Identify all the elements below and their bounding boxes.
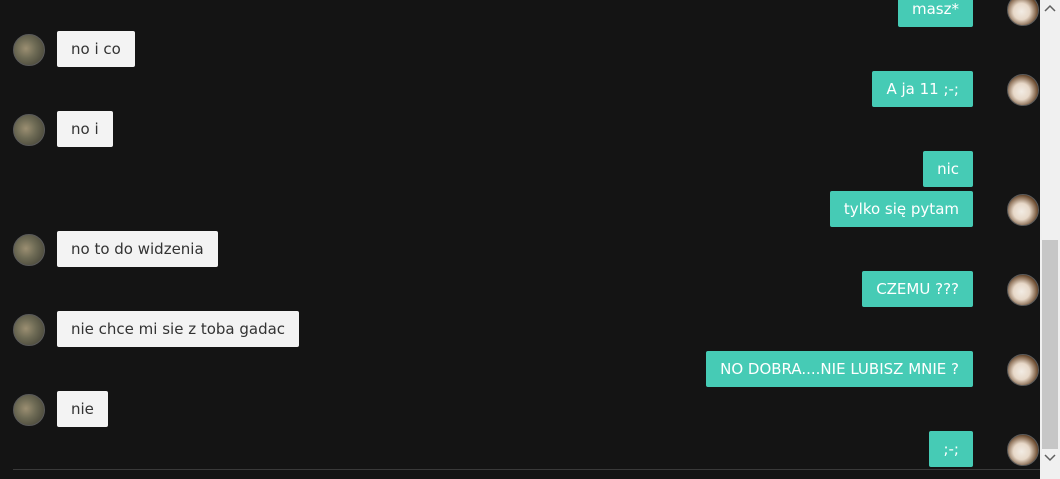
outgoing-message: CZEMU ??? <box>862 271 973 307</box>
outgoing-message: tylko się pytam <box>829 191 973 227</box>
outgoing-message: ;-; <box>929 431 973 467</box>
incoming-message: nie <box>57 391 108 427</box>
incoming-message: no to do widzenia <box>57 231 218 267</box>
incoming-message: nie chce mi sie z toba gadac <box>57 311 300 347</box>
contact-avatar[interactable] <box>13 234 45 266</box>
contact-avatar[interactable] <box>13 314 45 346</box>
user-avatar[interactable] <box>1007 434 1039 466</box>
outgoing-message: A ja 11 ;-; <box>872 71 973 107</box>
contact-avatar[interactable] <box>13 114 45 146</box>
chevron-up-icon[interactable] <box>1040 0 1060 18</box>
vertical-scrollbar[interactable] <box>1040 0 1060 479</box>
user-avatar[interactable] <box>1007 194 1039 226</box>
contact-avatar[interactable] <box>13 394 45 426</box>
chat-message-list[interactable]: masz* no i co A ja 11 ;-; no i nic tylko… <box>0 0 1040 470</box>
outgoing-message: NO DOBRA....NIE LUBISZ MNIE ? <box>706 351 973 387</box>
user-avatar[interactable] <box>1007 274 1039 306</box>
divider <box>13 469 1040 470</box>
scrollbar-thumb[interactable] <box>1042 240 1058 449</box>
outgoing-message: nic <box>923 151 973 187</box>
user-avatar[interactable] <box>1007 74 1039 106</box>
incoming-message: no i co <box>57 31 135 67</box>
user-avatar[interactable] <box>1007 0 1039 26</box>
user-avatar[interactable] <box>1007 354 1039 386</box>
contact-avatar[interactable] <box>13 34 45 66</box>
outgoing-message: masz* <box>898 0 973 27</box>
incoming-message: no i <box>57 111 113 147</box>
chevron-down-icon[interactable] <box>1040 450 1060 468</box>
